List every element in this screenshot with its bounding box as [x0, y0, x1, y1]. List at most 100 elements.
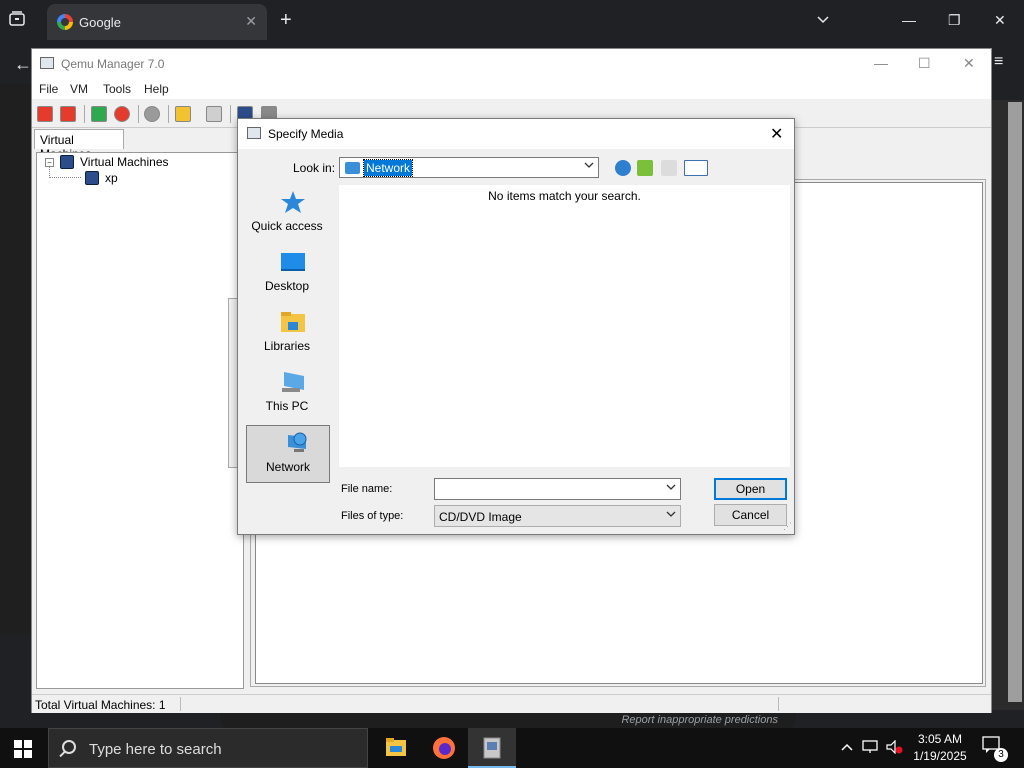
qemu-titlebar: Qemu Manager 7.0 — ☐ ✕: [32, 49, 991, 79]
place-label: Network: [265, 460, 310, 474]
qemu-minimize-button[interactable]: —: [874, 55, 888, 71]
tree-root-label: Virtual Machines: [80, 155, 169, 169]
toolbar-separator: [230, 105, 231, 123]
dialog-app-icon: [247, 127, 261, 139]
qemu-manager-app[interactable]: [468, 728, 516, 768]
new-tab-button[interactable]: +: [280, 10, 292, 30]
star-icon: [281, 191, 305, 213]
status-separator: [180, 697, 181, 711]
tree-item-xp[interactable]: xp: [85, 171, 118, 185]
place-this-pc[interactable]: This PC: [243, 365, 331, 421]
chevron-down-icon: [584, 161, 594, 172]
resize-grip-icon[interactable]: ⋰: [783, 521, 792, 532]
volume-muted-icon[interactable]: [886, 739, 904, 757]
network-icon[interactable]: [144, 106, 160, 122]
chevron-down-icon[interactable]: [816, 12, 830, 28]
chevron-down-icon[interactable]: [666, 483, 676, 494]
open-button[interactable]: Open: [714, 478, 787, 500]
toolbar-separator: [84, 105, 85, 123]
qemu-window-title: Qemu Manager 7.0: [61, 57, 165, 71]
tree-child-label: xp: [105, 171, 118, 185]
qemu-close-button[interactable]: ✕: [963, 55, 975, 72]
qemu-maximize-button[interactable]: ☐: [918, 55, 931, 72]
chevron-up-icon[interactable]: [840, 740, 854, 755]
back-arrow-icon[interactable]: ←: [14, 54, 32, 75]
new-folder-icon[interactable]: [661, 160, 677, 176]
file-explorer-icon: [386, 738, 406, 756]
files-of-type-select[interactable]: CD/DVD Image: [434, 505, 681, 527]
place-quick-access[interactable]: Quick access: [243, 185, 331, 241]
place-label: This PC: [265, 399, 309, 413]
firefox-app[interactable]: [420, 728, 468, 768]
look-in-dropdown[interactable]: Network: [339, 157, 599, 178]
notification-center-icon[interactable]: 3: [982, 736, 1008, 762]
desktop-icon: [281, 253, 305, 271]
place-label: Quick access: [251, 219, 323, 233]
vm-icon: [85, 171, 99, 185]
file-explorer-app[interactable]: [372, 728, 420, 768]
taskbar-clock[interactable]: 3:05 AM 1/19/2025: [906, 731, 974, 765]
dialog-close-button[interactable]: ✕: [770, 124, 783, 144]
qemu-app-icon: [40, 57, 54, 69]
windows-taskbar: Type here to search 3:05 AM 1/19/2025 3: [0, 728, 1024, 768]
status-separator: [778, 697, 779, 711]
view-menu-icon[interactable]: [684, 160, 708, 176]
look-in-label: Look in:: [293, 161, 336, 175]
qemu-menubar: File VM Tools Help: [32, 79, 991, 99]
tree-connector: [49, 166, 81, 178]
place-desktop[interactable]: Desktop: [243, 245, 331, 301]
toolbar-separator: [168, 105, 169, 123]
network-icon: [288, 432, 307, 452]
open-folder-icon[interactable]: [175, 106, 191, 122]
browser-close-button[interactable]: ✕: [994, 12, 1006, 29]
cancel-button[interactable]: Cancel: [714, 504, 787, 526]
dialog-titlebar: Specify Media ✕: [238, 119, 794, 149]
file-name-field[interactable]: [434, 478, 681, 500]
windows-start-icon[interactable]: [14, 740, 32, 758]
report-predictions-link[interactable]: Report inappropriate predictions: [220, 710, 796, 730]
qemu-statusbar: Total Virtual Machines: 1: [32, 694, 991, 713]
tab-title: Google: [79, 15, 121, 30]
place-label: Desktop: [264, 279, 310, 293]
places-bar: Quick access Desktop Libraries This PC N…: [243, 185, 335, 487]
file-name-label: File name:: [341, 483, 393, 495]
taskbar-search-placeholder: Type here to search: [89, 741, 222, 758]
settings-tools-icon[interactable]: [206, 106, 222, 122]
add-vm-icon[interactable]: [37, 106, 53, 122]
qemu-manager-icon: [483, 737, 501, 759]
files-of-type-label: Files of type:: [341, 510, 404, 522]
scrollbar[interactable]: [1008, 102, 1022, 702]
look-in-value: Network: [362, 159, 414, 177]
place-network[interactable]: Network: [246, 425, 330, 483]
libraries-icon: [281, 312, 305, 332]
clock-time: 3:05 AM: [917, 732, 963, 746]
chevron-down-icon: [666, 510, 676, 521]
browser-tab-google[interactable]: Google ✕: [47, 4, 267, 40]
browser-minimize-button[interactable]: —: [902, 12, 916, 28]
back-nav-icon[interactable]: [615, 160, 631, 176]
tab-close-icon[interactable]: ✕: [245, 13, 257, 30]
page-background: [0, 84, 32, 634]
browser-tab-strip: Google ✕ + — ❐ ✕: [0, 0, 1024, 44]
toolbar-separator: [138, 105, 139, 123]
notification-count-badge: 3: [994, 748, 1008, 762]
menu-help[interactable]: Help: [144, 82, 169, 96]
remove-vm-icon[interactable]: [60, 106, 76, 122]
network-icon: [345, 162, 360, 174]
taskbar-search-box[interactable]: Type here to search: [48, 728, 368, 768]
menu-file[interactable]: File: [39, 82, 58, 96]
tab-search-icon[interactable]: [8, 10, 32, 34]
browser-restore-button[interactable]: ❐: [948, 12, 961, 29]
network-status-icon[interactable]: [862, 740, 880, 757]
browser-menu-icon[interactable]: ≡: [994, 53, 1003, 71]
computer-icon: [282, 372, 304, 392]
stop-vm-icon[interactable]: [114, 106, 130, 122]
place-libraries[interactable]: Libraries: [243, 305, 331, 361]
start-vm-icon[interactable]: [91, 106, 107, 122]
file-list[interactable]: No items match your search.: [339, 185, 790, 467]
menu-tools[interactable]: Tools: [103, 82, 131, 96]
empty-list-message: No items match your search.: [488, 189, 641, 203]
up-folder-icon[interactable]: [637, 160, 653, 176]
tab-virtual-machines[interactable]: Virtual Machines: [34, 129, 124, 161]
menu-vm[interactable]: VM: [70, 82, 88, 96]
